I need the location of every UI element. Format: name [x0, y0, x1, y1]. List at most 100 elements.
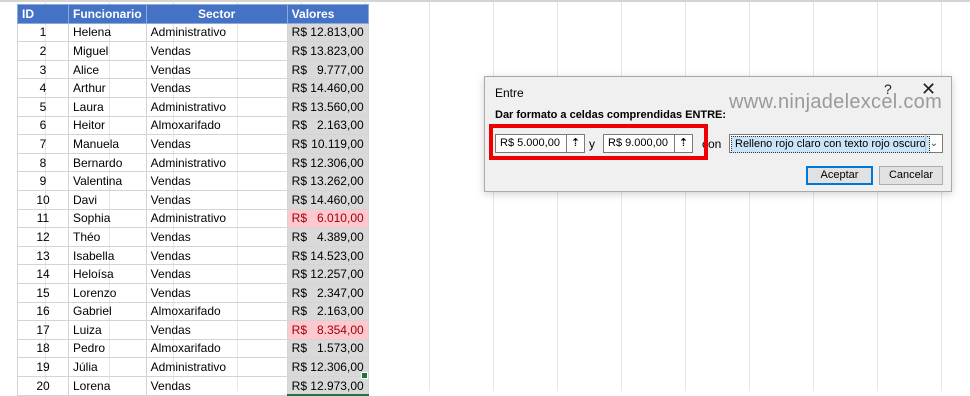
table-row: 16 Gabriel Almoxarifado R$ 2.163,00 [17, 301, 369, 322]
cancel-button[interactable]: Cancelar [879, 166, 943, 185]
currency-symbol: R$ [291, 285, 308, 300]
table-row: 6 Heitor Almoxarifado R$ 2.163,00 [17, 115, 369, 136]
cell-id[interactable]: 5 [17, 96, 69, 117]
chevron-down-icon[interactable]: ⌄ [925, 135, 942, 152]
help-icon[interactable]: ? [884, 81, 892, 97]
cell-name[interactable]: Heitor [68, 115, 147, 136]
cell-value[interactable]: R$ 1.573,00 [286, 338, 369, 359]
cell-id[interactable]: 15 [17, 282, 69, 303]
cell-value[interactable]: R$ 14.523,00 [286, 245, 369, 266]
header-value[interactable]: Valores [286, 4, 369, 24]
cell-sector[interactable]: Vendas [145, 245, 288, 266]
cell-name[interactable]: Bernardo [68, 152, 147, 173]
cell-value[interactable]: R$ 8.354,00 [286, 320, 369, 340]
cell-sector[interactable]: Vendas [145, 78, 288, 98]
currency-symbol: R$ [291, 25, 308, 40]
cell-id[interactable]: 1 [17, 22, 69, 43]
cell-id[interactable]: 10 [17, 189, 69, 210]
cell-id[interactable]: 11 [17, 208, 69, 229]
cell-value[interactable]: R$ 10.119,00 [286, 134, 369, 154]
cell-sector[interactable]: Vendas [145, 189, 288, 210]
cell-id[interactable]: 2 [17, 41, 69, 61]
cell-name[interactable]: Arthur [68, 78, 147, 98]
cell-sector[interactable]: Vendas [145, 41, 288, 61]
cell-value[interactable]: R$ 13.823,00 [286, 41, 369, 61]
cell-id[interactable]: 12 [17, 227, 69, 247]
cell-value[interactable]: R$ 12.306,00 [286, 152, 369, 173]
cell-value[interactable]: R$ 12.257,00 [286, 264, 369, 284]
cell-name[interactable]: Sophia [68, 208, 147, 229]
table-row: 10 Davi Vendas R$ 14.460,00 [17, 189, 369, 210]
format-select[interactable]: Relleno rojo claro con texto rojo oscuro… [729, 134, 943, 153]
cell-name[interactable]: Manuela [68, 134, 147, 154]
cell-sector[interactable]: Administrativo [145, 357, 288, 377]
cell-sector[interactable]: Almoxarifado [145, 338, 288, 359]
currency-symbol: R$ [291, 192, 308, 207]
cell-value[interactable]: R$ 2.347,00 [286, 282, 369, 303]
cell-name[interactable]: Miguel [68, 41, 147, 61]
cell-id[interactable]: 19 [17, 357, 69, 377]
cell-value[interactable]: R$ 14.460,00 [286, 189, 369, 210]
cell-value[interactable]: R$ 4.389,00 [286, 227, 369, 247]
cell-id[interactable]: 7 [17, 134, 69, 154]
cell-sector[interactable]: Vendas [145, 171, 288, 191]
cell-sector[interactable]: Administrativo [145, 208, 288, 229]
cell-value[interactable]: R$ 12.813,00 [286, 22, 369, 43]
cell-id[interactable]: 8 [17, 152, 69, 173]
header-id[interactable]: ID [17, 4, 69, 24]
cell-name[interactable]: Isabella [68, 245, 147, 266]
cell-sector[interactable]: Vendas [145, 134, 288, 154]
cell-sector[interactable]: Vendas [145, 59, 288, 80]
cell-name[interactable]: Luiza [68, 320, 147, 340]
cell-sector[interactable]: Vendas [145, 375, 288, 396]
cell-value[interactable]: R$ 13.560,00 [286, 96, 369, 117]
header-sector[interactable]: Sector [145, 4, 288, 24]
cell-sector[interactable]: Vendas [145, 282, 288, 303]
cell-name[interactable]: Helena [68, 22, 147, 43]
cell-id[interactable]: 17 [17, 320, 69, 340]
watermark: www.ninjadelexcel.com [729, 91, 943, 113]
cell-value[interactable]: R$ 6.010,00 [286, 208, 369, 229]
cell-id[interactable]: 20 [17, 375, 69, 396]
cell-id[interactable]: 18 [17, 338, 69, 359]
cell-id[interactable]: 4 [17, 78, 69, 98]
cell-sector[interactable]: Administrativo [145, 152, 288, 173]
cell-value[interactable]: R$ 12.306,00 [286, 357, 369, 377]
table-row: 15 Lorenzo Vendas R$ 2.347,00 [17, 282, 369, 303]
cell-id[interactable]: 13 [17, 245, 69, 266]
cell-name[interactable]: Lorena [68, 375, 147, 396]
cell-value[interactable]: R$ 13.262,00 [286, 171, 369, 191]
cell-id[interactable]: 3 [17, 59, 69, 80]
cell-value[interactable]: R$ 9.777,00 [286, 59, 369, 80]
cell-id[interactable]: 9 [17, 171, 69, 191]
cell-sector[interactable]: Vendas [145, 227, 288, 247]
cell-name[interactable]: Alice [68, 59, 147, 80]
cell-sector[interactable]: Vendas [145, 320, 288, 340]
cell-name[interactable]: Júlia [68, 357, 147, 377]
cell-sector[interactable]: Almoxarifado [145, 301, 288, 322]
cell-name[interactable]: Pedro [68, 338, 147, 359]
cell-id[interactable]: 14 [17, 264, 69, 284]
cell-name[interactable]: Théo [68, 227, 147, 247]
cell-sector[interactable]: Administrativo [145, 22, 288, 43]
fill-handle[interactable] [361, 372, 368, 379]
cell-value[interactable]: R$ 14.460,00 [286, 78, 369, 98]
cell-name[interactable]: Heloísa [68, 264, 147, 284]
cell-sector[interactable]: Administrativo [145, 96, 288, 117]
header-name[interactable]: Funcionario [68, 4, 147, 24]
cell-id[interactable]: 6 [17, 115, 69, 136]
cell-name[interactable]: Gabriel [68, 301, 147, 322]
cell-value[interactable]: R$ 2.163,00 [286, 115, 369, 136]
cell-name[interactable]: Lorenzo [68, 282, 147, 303]
cell-sector[interactable]: Vendas [145, 264, 288, 284]
cell-name[interactable]: Valentina [68, 171, 147, 191]
cell-name[interactable]: Laura [68, 96, 147, 117]
cell-value[interactable]: R$ 2.163,00 [286, 301, 369, 322]
close-icon[interactable]: ✕ [921, 79, 936, 100]
accept-button[interactable]: Aceptar [806, 166, 873, 185]
cell-id[interactable]: 16 [17, 301, 69, 322]
cell-name[interactable]: Davi [68, 189, 147, 210]
cell-value[interactable]: R$ 12.973,00 [286, 375, 369, 396]
table-row: 12 Théo Vendas R$ 4.389,00 [17, 227, 369, 247]
cell-sector[interactable]: Almoxarifado [145, 115, 288, 136]
